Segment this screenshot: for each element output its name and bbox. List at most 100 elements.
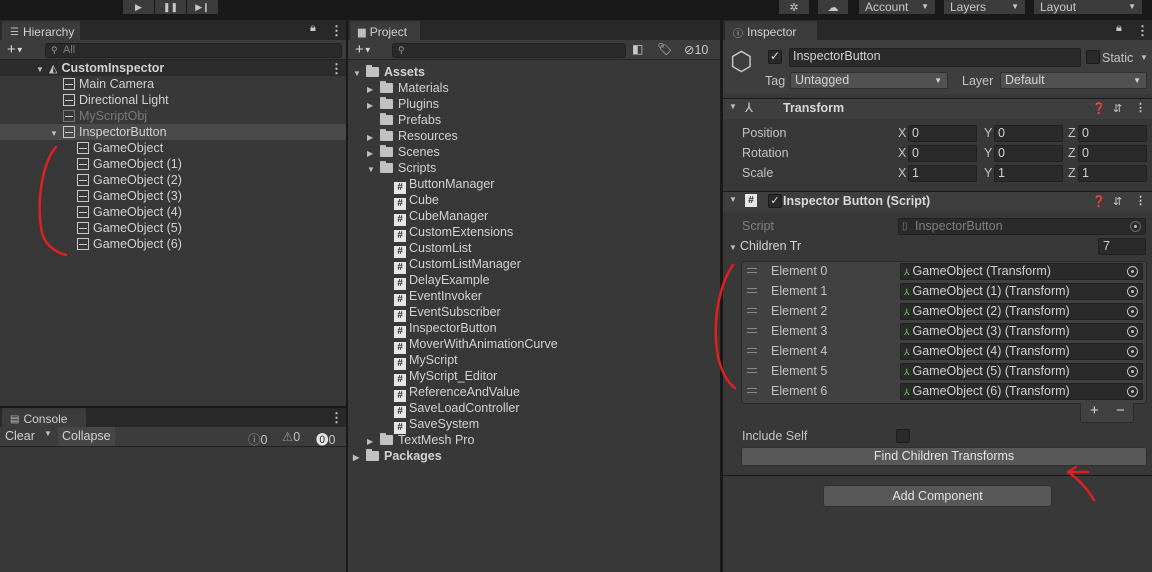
object-picker-icon[interactable]: [1127, 386, 1138, 397]
project-folder-item[interactable]: ▶ Scenes: [367, 144, 440, 160]
object-picker-icon[interactable]: [1127, 326, 1138, 337]
hierarchy-item-child[interactable]: GameObject (4): [77, 204, 182, 220]
layout-dropdown[interactable]: Layout ▼: [1034, 0, 1142, 14]
object-picker-icon[interactable]: [1127, 366, 1138, 377]
project-folder-item[interactable]: ▼ Scripts: [367, 160, 436, 176]
kebab-menu-icon[interactable]: ⋮: [330, 410, 343, 426]
project-script-item[interactable]: # CustomExtensions: [394, 224, 513, 242]
transform-z-field[interactable]: 0: [1078, 125, 1147, 142]
drag-handle-icon[interactable]: [747, 388, 757, 393]
layers-dropdown[interactable]: Layers ▼: [944, 0, 1025, 14]
hierarchy-item-myscriptobj[interactable]: MyScriptObj: [63, 108, 147, 124]
hierarchy-item-child[interactable]: GameObject (2): [77, 172, 182, 188]
warning-count[interactable]: ⚠0: [282, 429, 300, 444]
console-log-area[interactable]: [0, 448, 346, 572]
project-folder-item[interactable]: ▶ Resources: [367, 128, 458, 144]
transform-y-field[interactable]: 0: [994, 145, 1063, 162]
drag-handle-icon[interactable]: [747, 268, 757, 273]
hierarchy-item-directional-light[interactable]: Directional Light: [63, 92, 169, 108]
scene-row[interactable]: ▼ ◭ CustomInspector: [36, 60, 164, 76]
object-picker-icon[interactable]: [1127, 266, 1138, 277]
transform-z-field[interactable]: 1: [1078, 165, 1147, 182]
pause-icon[interactable]: ❚❚: [155, 0, 186, 14]
create-asset-button[interactable]: +▼: [355, 41, 372, 59]
help-icon[interactable]: ❓: [1092, 102, 1106, 115]
hierarchy-item-child[interactable]: GameObject (5): [77, 220, 182, 236]
transform-y-field[interactable]: 0: [994, 125, 1063, 142]
project-script-item[interactable]: # ButtonManager: [394, 176, 494, 194]
transform-x-field[interactable]: 0: [908, 145, 977, 162]
transform-x-field[interactable]: 0: [908, 125, 977, 142]
create-button[interactable]: +▼: [7, 41, 24, 59]
project-search-input[interactable]: ⚲: [392, 43, 626, 58]
remove-element-button[interactable]: −: [1116, 402, 1125, 419]
folder-assets[interactable]: ▼ Assets: [353, 64, 425, 80]
drag-handle-icon[interactable]: [747, 348, 757, 353]
project-script-item[interactable]: # InspectorButton: [394, 320, 497, 338]
enabled-checkbox[interactable]: ✓: [768, 194, 782, 208]
object-picker-icon[interactable]: [1127, 286, 1138, 297]
hierarchy-item-main-camera[interactable]: Main Camera: [63, 76, 154, 92]
help-icon[interactable]: ❓: [1092, 195, 1106, 208]
play-icon[interactable]: ▶: [123, 0, 154, 14]
project-folder-item[interactable]: ▶ Plugins: [367, 96, 439, 112]
hidden-packages-toggle[interactable]: ⊘10: [684, 42, 708, 57]
clear-dropdown-icon[interactable]: ▼: [44, 429, 52, 438]
static-dropdown-icon[interactable]: ▼: [1140, 50, 1148, 66]
collapse-button[interactable]: Collapse: [58, 427, 115, 446]
hierarchy-search-input[interactable]: ⚲ All: [45, 43, 342, 58]
transform-x-field[interactable]: 1: [908, 165, 977, 182]
object-picker-icon[interactable]: [1127, 346, 1138, 357]
component-menu-icon[interactable]: ⋮: [1135, 101, 1146, 114]
foldout-arrow-icon[interactable]: ▼: [729, 102, 737, 111]
foldout-arrow-icon[interactable]: ▼: [729, 195, 737, 204]
element-object-field[interactable]: ⅄ GameObject (3) (Transform): [900, 323, 1143, 340]
preset-icon[interactable]: ⇵: [1113, 195, 1122, 208]
object-name-field[interactable]: InspectorButton: [789, 48, 1081, 67]
cloud-icon[interactable]: ☁: [818, 0, 848, 14]
component-menu-icon[interactable]: ⋮: [1135, 194, 1146, 207]
project-script-item[interactable]: # CustomListManager: [394, 256, 521, 274]
project-script-item[interactable]: # DelayExample: [394, 272, 490, 290]
search-by-type-icon[interactable]: ◧: [632, 42, 643, 56]
drag-handle-icon[interactable]: [747, 368, 757, 373]
add-component-button[interactable]: Add Component: [823, 485, 1052, 507]
element-object-field[interactable]: ⅄ GameObject (1) (Transform): [900, 283, 1143, 300]
preset-icon[interactable]: ⇵: [1113, 102, 1122, 115]
folder-packages[interactable]: ▶ Packages: [353, 448, 442, 464]
drag-handle-icon[interactable]: [747, 328, 757, 333]
drag-handle-icon[interactable]: [747, 288, 757, 293]
include-self-checkbox[interactable]: [896, 429, 910, 443]
lock-icon[interactable]: 🔒︎: [310, 22, 316, 35]
children-list-foldout[interactable]: ▼ Children Tr: [729, 238, 801, 254]
project-script-item[interactable]: # MyScript_Editor: [394, 368, 497, 386]
add-element-button[interactable]: +: [1090, 402, 1099, 419]
folder-textmesh-pro[interactable]: ▶ TextMesh Pro: [367, 432, 474, 448]
transform-y-field[interactable]: 1: [994, 165, 1063, 182]
drag-handle-icon[interactable]: [747, 308, 757, 313]
active-checkbox[interactable]: ✓: [768, 49, 782, 64]
project-folder-item[interactable]: ▶ Materials: [367, 80, 449, 96]
project-script-item[interactable]: # CustomList: [394, 240, 472, 258]
list-size-field[interactable]: 7: [1098, 238, 1146, 255]
kebab-menu-icon[interactable]: ⋮: [1136, 23, 1149, 39]
element-object-field[interactable]: ⅄ GameObject (6) (Transform): [900, 383, 1143, 400]
element-object-field[interactable]: ⅄ GameObject (2) (Transform): [900, 303, 1143, 320]
object-picker-icon[interactable]: [1127, 306, 1138, 317]
step-icon[interactable]: ▶❙: [187, 0, 218, 14]
account-dropdown[interactable]: Account ▼: [859, 0, 935, 14]
project-folder-item[interactable]: Prefabs: [367, 112, 441, 128]
clear-button[interactable]: Clear: [5, 429, 35, 443]
search-by-label-icon[interactable]: 🏷︎: [657, 42, 672, 56]
tab-inspector[interactable]: ⓘ Inspector: [725, 21, 817, 41]
hierarchy-item-inspectorbutton[interactable]: ▼ InspectorButton: [50, 124, 167, 140]
hierarchy-item-child[interactable]: GameObject (3): [77, 188, 182, 204]
transform-z-field[interactable]: 0: [1078, 145, 1147, 162]
layer-dropdown[interactable]: Default ▼: [1000, 72, 1147, 89]
scene-menu-icon[interactable]: ⋮: [330, 61, 343, 77]
hierarchy-item-child[interactable]: GameObject (1): [77, 156, 182, 172]
project-script-item[interactable]: # CubeManager: [394, 208, 488, 226]
error-icon-count[interactable]: ⓿0: [316, 429, 335, 448]
hierarchy-item-child[interactable]: GameObject: [77, 140, 163, 156]
element-object-field[interactable]: ⅄ GameObject (4) (Transform): [900, 343, 1143, 360]
